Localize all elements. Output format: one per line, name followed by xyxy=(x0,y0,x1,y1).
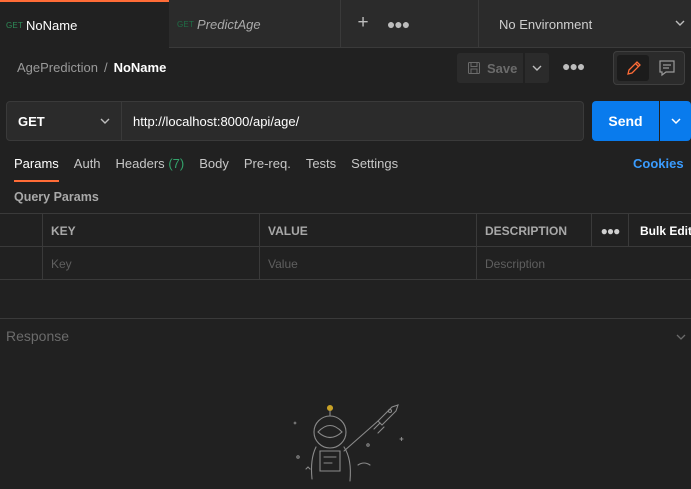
new-tab-plus-icon[interactable]: + xyxy=(352,12,374,34)
comment-icon xyxy=(659,60,675,77)
response-panel: Response xyxy=(0,318,691,489)
chevron-down-icon[interactable] xyxy=(675,331,687,343)
tab-label: NoName xyxy=(26,17,78,33)
chevron-down-icon xyxy=(675,20,685,26)
breadcrumb-collection[interactable]: AgePrediction xyxy=(17,60,98,75)
breadcrumb-request-name[interactable]: NoName xyxy=(114,60,167,75)
tab-options-more-icon[interactable]: ●●● xyxy=(386,13,410,35)
astronaut-illustration-icon xyxy=(293,404,404,482)
tab-headers-label: Headers xyxy=(115,156,165,171)
request-tabs: Params Auth Headers (7) Body Pre-req. Te… xyxy=(14,156,413,182)
send-label: Send xyxy=(608,113,643,129)
pencil-icon xyxy=(627,61,641,75)
url-input[interactable]: http://localhost:8000/api/age/ xyxy=(122,101,584,141)
send-options-dropdown[interactable] xyxy=(660,101,691,141)
tab-params[interactable]: Params xyxy=(14,156,59,182)
query-params-table: KEY VALUE DESCRIPTION ●●● Bulk Edit Key … xyxy=(0,213,691,280)
breadcrumb-separator: / xyxy=(103,60,108,75)
row-checkbox-col xyxy=(0,247,42,280)
environment-selector[interactable]: No Environment xyxy=(478,0,691,48)
response-title: Response xyxy=(6,328,70,344)
request-more-icon[interactable]: ●●● xyxy=(562,58,585,78)
table-header-row: KEY VALUE DESCRIPTION ●●● Bulk Edit xyxy=(0,214,691,247)
documentation-mode-button[interactable] xyxy=(651,55,683,81)
tab-method-badge: GET xyxy=(177,19,195,29)
tab-settings[interactable]: Settings xyxy=(351,156,398,182)
chevron-down-icon xyxy=(100,118,110,124)
tab-headers[interactable]: Headers (7) xyxy=(116,156,185,182)
save-options-dropdown[interactable] xyxy=(525,53,549,83)
table-row: Key Value Description xyxy=(0,247,691,280)
param-key-input[interactable]: Key xyxy=(42,247,259,280)
save-label: Save xyxy=(487,60,518,76)
http-method-value: GET xyxy=(18,113,45,129)
url-value: http://localhost:8000/api/age/ xyxy=(133,113,300,129)
tab-noname[interactable]: GET NoName xyxy=(0,0,169,48)
save-button[interactable]: Save xyxy=(457,53,523,83)
table-header-key: KEY xyxy=(42,214,259,247)
breadcrumb: AgePrediction / NoName xyxy=(17,60,166,75)
environment-label: No Environment xyxy=(499,16,593,32)
headers-count-badge: (7) xyxy=(168,156,185,171)
edit-mode-button[interactable] xyxy=(617,55,649,81)
table-header-description: DESCRIPTION xyxy=(476,214,591,247)
bulk-edit-button[interactable]: Bulk Edit xyxy=(628,214,691,247)
query-params-title: Query Params xyxy=(14,190,99,204)
table-options-more-icon[interactable]: ●●● xyxy=(591,214,628,247)
tab-bar: GET NoName GET PredictAge + ●●● No Envir… xyxy=(0,0,691,48)
table-header-value: VALUE xyxy=(259,214,476,247)
tab-label: PredictAge xyxy=(197,16,261,32)
table-header-checkbox-col xyxy=(0,214,42,247)
view-mode-toggle xyxy=(613,51,685,85)
param-value-input[interactable]: Value xyxy=(259,247,476,280)
tab-predictage[interactable]: GET PredictAge xyxy=(169,0,341,48)
tab-body[interactable]: Body xyxy=(199,156,229,182)
param-description-input[interactable]: Description xyxy=(476,247,591,280)
tab-tests[interactable]: Tests xyxy=(306,156,336,182)
tab-method-badge: GET xyxy=(6,20,24,30)
http-method-select[interactable]: GET xyxy=(6,101,122,141)
send-button[interactable]: Send xyxy=(592,101,659,141)
chevron-down-icon xyxy=(671,118,681,125)
cookies-link[interactable]: Cookies xyxy=(633,156,684,171)
tab-prereq[interactable]: Pre-req. xyxy=(244,156,291,182)
chevron-down-icon xyxy=(532,65,542,71)
tab-auth[interactable]: Auth xyxy=(74,156,101,182)
save-icon xyxy=(468,62,480,74)
